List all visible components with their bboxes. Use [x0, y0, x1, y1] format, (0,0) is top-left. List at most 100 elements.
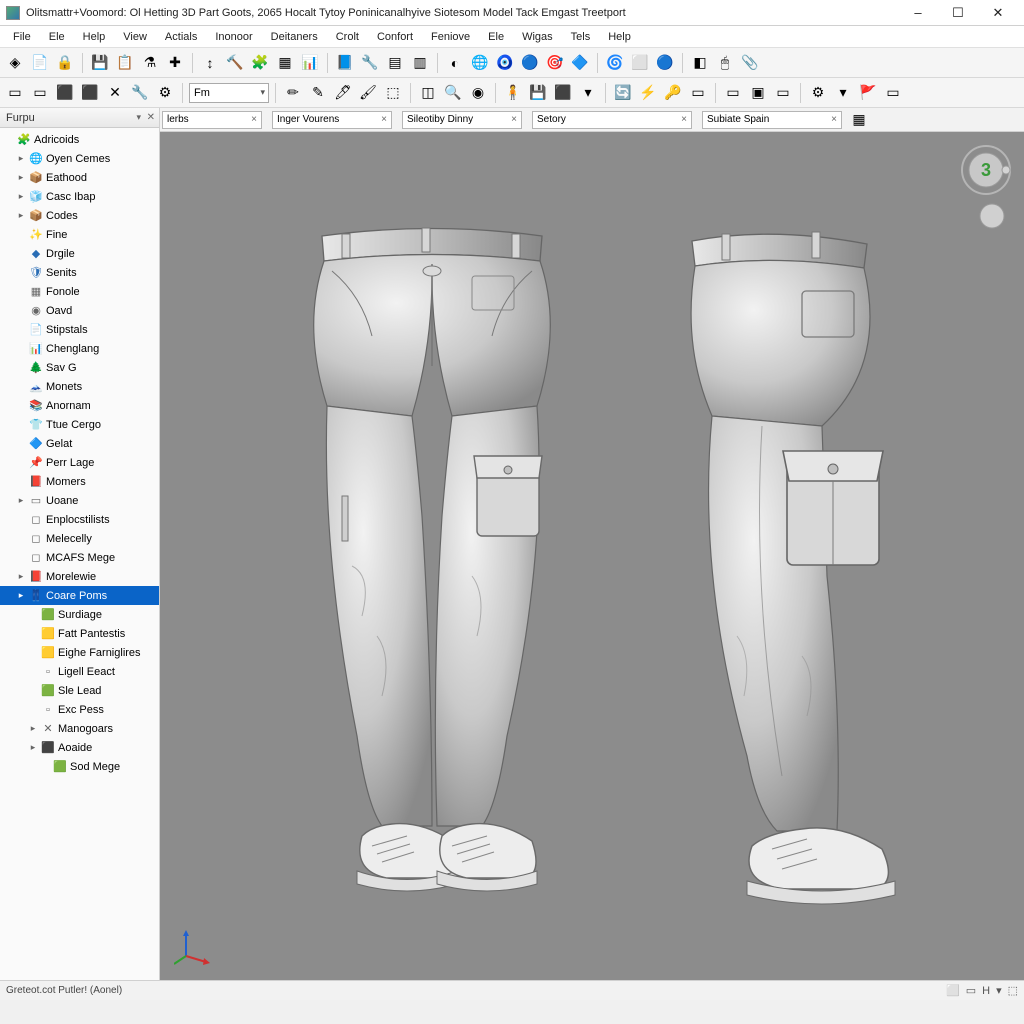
tab-close-icon[interactable]: × [825, 114, 837, 125]
tab-close-icon[interactable]: × [675, 114, 687, 125]
tree-item-fine[interactable]: ✨Fine [0, 225, 159, 244]
toolbar2-mid-btn-14[interactable]: 🔑 [662, 82, 684, 104]
menu-inonoor[interactable]: Inonoor [206, 28, 261, 46]
toolbar2-combo[interactable]: Fm [189, 83, 269, 103]
tab-field-2[interactable]: Sileotiby Dinny× [402, 111, 522, 129]
toolbar1-btn-18[interactable]: 🧿 [494, 52, 516, 74]
toolbar2-left-btn-5[interactable]: 🔧 [129, 82, 151, 104]
menu-view[interactable]: View [114, 28, 156, 46]
tree-item-codes[interactable]: ▸📦Codes [0, 206, 159, 225]
toolbar1-btn-16[interactable]: ◐ [444, 52, 466, 74]
menu-actials[interactable]: Actials [156, 28, 206, 46]
tree-item-adricoids[interactable]: 🧩Adricoids [0, 130, 159, 149]
tree-item-senits[interactable]: 🛡Senits [0, 263, 159, 282]
status-icon-0[interactable]: ⬜ [946, 984, 960, 997]
tree-item-perr-lage[interactable]: 📌Perr Lage [0, 453, 159, 472]
menu-tels[interactable]: Tels [562, 28, 600, 46]
toolbar1-btn-25[interactable]: ◧ [689, 52, 711, 74]
toolbar1-btn-17[interactable]: 🌐 [469, 52, 491, 74]
tree-item-ligell-eeact[interactable]: ▫Ligell Eeact [0, 662, 159, 681]
tree-item-coare-poms[interactable]: ▸👖Coare Poms [0, 586, 159, 605]
tree-item-exc-pess[interactable]: ▫Exc Pess [0, 700, 159, 719]
tree-item-aoaide[interactable]: ▸⬛Aoaide [0, 738, 159, 757]
tabstrip-extra-icon[interactable]: ▦ [848, 109, 870, 131]
toolbar2-mid-btn-8[interactable]: 🧍 [502, 82, 524, 104]
toolbar2-mid-btn-0[interactable]: ✏ [282, 82, 304, 104]
toolbar2-mid-btn-13[interactable]: ⚡ [637, 82, 659, 104]
close-button[interactable]: ✕ [978, 0, 1018, 26]
toolbar1-btn-6[interactable]: ✚ [164, 52, 186, 74]
viewport-3d[interactable]: 3 [160, 132, 1024, 980]
menu-feniove[interactable]: Feniove [422, 28, 479, 46]
maximize-button[interactable]: ☐ [938, 0, 978, 26]
tree-item-surdiage[interactable]: 🟩Surdiage [0, 605, 159, 624]
toolbar2-mid-btn-3[interactable]: 🖌 [357, 82, 379, 104]
toolbar2-mid-btn-18[interactable]: ▭ [772, 82, 794, 104]
tree-item-gelat[interactable]: 🔷Gelat [0, 434, 159, 453]
toolbar2-mid-btn-15[interactable]: ▭ [687, 82, 709, 104]
toolbar2-mid-btn-9[interactable]: 💾 [527, 82, 549, 104]
toolbar2-mid-btn-19[interactable]: ⚙ [807, 82, 829, 104]
tree-item-oavd[interactable]: ◉Oavd [0, 301, 159, 320]
menu-help[interactable]: Help [599, 28, 640, 46]
toolbar2-left-btn-2[interactable]: ⬛ [54, 82, 76, 104]
toolbar2-mid-btn-1[interactable]: ✎ [307, 82, 329, 104]
toolbar2-left-btn-4[interactable]: ✕ [104, 82, 126, 104]
tab-field-1[interactable]: Inger Vourens× [272, 111, 392, 129]
toolbar1-btn-10[interactable]: ▦ [274, 52, 296, 74]
toolbar1-btn-22[interactable]: 🌀 [604, 52, 626, 74]
status-icon-2[interactable]: H [982, 985, 990, 997]
toolbar2-mid-btn-12[interactable]: 🔄 [612, 82, 634, 104]
toolbar1-btn-1[interactable]: 📄 [29, 52, 51, 74]
menu-wigas[interactable]: Wigas [513, 28, 562, 46]
tab-field-0[interactable]: lerbs× [162, 111, 262, 129]
toolbar2-mid-btn-11[interactable]: ▾ [577, 82, 599, 104]
toolbar1-btn-8[interactable]: 🔨 [224, 52, 246, 74]
toolbar1-btn-0[interactable]: ◈ [4, 52, 26, 74]
toolbar1-btn-19[interactable]: 🔵 [519, 52, 541, 74]
toolbar2-mid-btn-5[interactable]: ◫ [417, 82, 439, 104]
toolbar1-btn-7[interactable]: ↕ [199, 52, 221, 74]
tree-item-oyen-cemes[interactable]: ▸🌐Oyen Cemes [0, 149, 159, 168]
tab-field-3[interactable]: Setory× [532, 111, 692, 129]
tree-view[interactable]: 🧩Adricoids▸🌐Oyen Cemes▸📦Eathood▸🧊Casc Ib… [0, 128, 159, 980]
toolbar1-btn-20[interactable]: 🎯 [544, 52, 566, 74]
toolbar2-mid-btn-21[interactable]: 🚩 [857, 82, 879, 104]
toolbar1-btn-5[interactable]: ⚗ [139, 52, 161, 74]
menu-ele[interactable]: Ele [479, 28, 513, 46]
menu-crolt[interactable]: Crolt [327, 28, 368, 46]
toolbar2-mid-btn-16[interactable]: ▭ [722, 82, 744, 104]
toolbar2-mid-btn-2[interactable]: 🖊 [332, 82, 354, 104]
toolbar2-left-btn-6[interactable]: ⚙ [154, 82, 176, 104]
tree-item-stipstals[interactable]: 📄Stipstals [0, 320, 159, 339]
menu-file[interactable]: File [4, 28, 40, 46]
tree-item-manogoars[interactable]: ▸✕Manogoars [0, 719, 159, 738]
menu-confort[interactable]: Confort [368, 28, 422, 46]
toolbar1-btn-27[interactable]: 📎 [739, 52, 761, 74]
tree-item-morelewie[interactable]: ▸📕Morelewie [0, 567, 159, 586]
pin-icon[interactable]: ▾ [136, 112, 141, 123]
tree-item-eathood[interactable]: ▸📦Eathood [0, 168, 159, 187]
menu-ele[interactable]: Ele [40, 28, 74, 46]
menu-help[interactable]: Help [74, 28, 115, 46]
toolbar1-btn-9[interactable]: 🧩 [249, 52, 271, 74]
toolbar1-btn-15[interactable]: ▥ [409, 52, 431, 74]
toolbar2-left-btn-0[interactable]: ▭ [4, 82, 26, 104]
toolbar1-btn-14[interactable]: ▤ [384, 52, 406, 74]
toolbar2-mid-btn-22[interactable]: ▭ [882, 82, 904, 104]
tree-item-momers[interactable]: 📕Momers [0, 472, 159, 491]
toolbar2-mid-btn-20[interactable]: ▾ [832, 82, 854, 104]
toolbar2-left-btn-1[interactable]: ▭ [29, 82, 51, 104]
toolbar1-btn-24[interactable]: 🔵 [654, 52, 676, 74]
tree-item-ttue-cergo[interactable]: 👕Ttue Cergo [0, 415, 159, 434]
toolbar2-left-btn-3[interactable]: ⬛ [79, 82, 101, 104]
close-icon[interactable]: ✕ [147, 112, 155, 123]
toolbar2-mid-btn-17[interactable]: ▣ [747, 82, 769, 104]
toolbar1-btn-2[interactable]: 🔒 [54, 52, 76, 74]
toolbar1-btn-4[interactable]: 📋 [114, 52, 136, 74]
status-icon-4[interactable]: ⬚ [1008, 984, 1018, 997]
tree-item-sle-lead[interactable]: 🟩Sle Lead [0, 681, 159, 700]
toolbar1-btn-26[interactable]: 🖱 [714, 52, 736, 74]
tree-item-drgile[interactable]: ◆Drgile [0, 244, 159, 263]
toolbar2-mid-btn-4[interactable]: ⬚ [382, 82, 404, 104]
